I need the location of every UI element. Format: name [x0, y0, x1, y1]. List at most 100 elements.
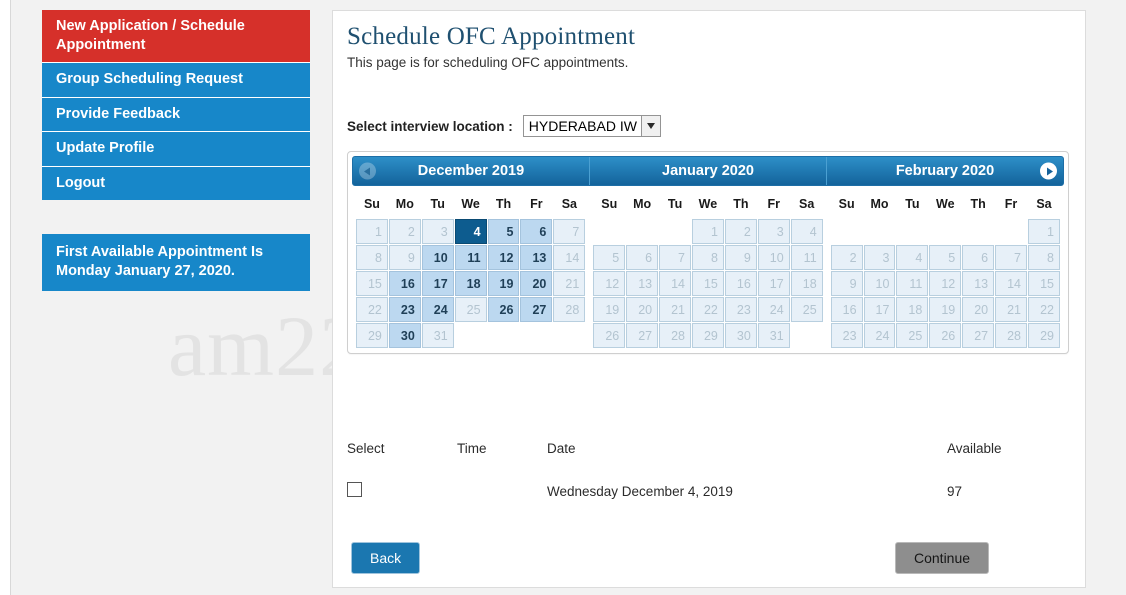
weekday-fr: Fr	[530, 197, 543, 211]
calendar-day-disabled: 9	[830, 271, 863, 296]
calendar-day-disabled: 30	[724, 323, 757, 348]
calendar-day-available[interactable]: 11	[454, 245, 487, 270]
calendar-week-row: 23 24 25 26 27 28 29	[830, 323, 1060, 348]
calendar-day-available[interactable]: 17	[421, 271, 454, 296]
appointment-checkbox[interactable]	[347, 482, 362, 497]
calendar-day-disabled: 29	[1028, 323, 1060, 348]
calendar-day-available[interactable]: 5	[487, 219, 520, 244]
calendar-day-available[interactable]: 20	[520, 271, 553, 296]
sidebar-item-2[interactable]: Provide Feedback	[42, 97, 310, 133]
calendar-day-disabled: 20	[962, 297, 995, 322]
calendar-day-disabled: 31	[757, 323, 790, 348]
calendar-day-available[interactable]: 23	[388, 297, 421, 322]
calendar-day-available[interactable]: 10	[421, 245, 454, 270]
continue-button[interactable]: Continue	[895, 542, 990, 574]
calendar-week-row: 29 30 31	[356, 323, 585, 348]
weekday-mo: Mo	[633, 197, 652, 211]
weekday-sa: Sa	[1036, 197, 1052, 211]
column-header-select: Select	[347, 441, 385, 456]
results-table: Select Time Date Available Wednesday Dec…	[347, 441, 1047, 504]
calendar-blank-cell	[553, 323, 585, 348]
back-button[interactable]: Back	[351, 542, 421, 574]
weekday-header-row: Su Mo Tu We Th Fr Sa	[831, 193, 1060, 218]
weekday-we: We	[698, 197, 718, 211]
weekday-we: We	[936, 197, 955, 211]
calendar-day-disabled: 4	[790, 219, 823, 244]
calendar-day-disabled: 23	[724, 297, 757, 322]
calendar-day-disabled: 8	[692, 245, 724, 270]
calendar-day-disabled: 22	[356, 297, 388, 322]
sidebar-item-3[interactable]: Update Profile	[42, 132, 310, 167]
calendar-day-disabled: 24	[757, 297, 790, 322]
calendar-day-available[interactable]: 18	[454, 271, 487, 296]
month-title-2: February 2020	[827, 157, 1063, 185]
weekday-su: Su	[601, 197, 618, 211]
row-date-cell: Wednesday December 4, 2019	[547, 483, 733, 499]
calendar-day-disabled: 15	[356, 271, 388, 296]
calendar-day-disabled: 25	[896, 323, 929, 348]
calendar-day-disabled: 12	[929, 271, 962, 296]
calendar-day-disabled: 14	[995, 271, 1027, 296]
calendar-blank-cell	[488, 323, 520, 348]
calendar-day-available[interactable]: 13	[520, 245, 553, 270]
calendar-day-disabled: 9	[388, 245, 421, 270]
sidebar-item-4[interactable]: Logout	[42, 166, 310, 201]
appointment-results: Select Time Date Available Wednesday Dec…	[347, 441, 1047, 504]
weekday-su: Su	[363, 197, 380, 211]
calendar-blank-cell	[864, 219, 896, 244]
calendar-month-1: Su Mo Tu We Th Fr Sa 1 2 3 4 5 6 7 8 9 10 11 12 13 14 15 16 17 1…	[589, 192, 826, 349]
weekday-th: Th	[970, 197, 986, 211]
calendar-day-disabled: 28	[659, 323, 691, 348]
calendar-week-row: 1	[831, 219, 1060, 244]
calendar-day-disabled: 13	[626, 271, 659, 296]
calendar-day-disabled: 22	[1028, 297, 1060, 322]
left-gutter	[0, 0, 11, 595]
sidebar-nav: New Application / Schedule Appointment Gr…	[42, 10, 310, 201]
calendar-day-available[interactable]: 24	[421, 297, 454, 322]
calendar-day-available[interactable]: 6	[520, 219, 553, 244]
location-selected-value: HYDERABAD IW	[528, 118, 637, 134]
calendar-day-disabled: 28	[553, 297, 586, 322]
calendar-day-available[interactable]: 27	[520, 297, 553, 322]
column-header-date: Date	[547, 441, 576, 456]
calendar-week-row: 9 10 11 12 13 14 15	[830, 271, 1060, 296]
calendar-widget: December 2019 January 2020 February 2020 S…	[347, 151, 1069, 354]
calendar-day-disabled: 1	[356, 219, 388, 244]
calendar-day-disabled: 2	[388, 219, 421, 244]
calendar-blank-cell	[896, 219, 928, 244]
calendar-blank-cell	[455, 323, 487, 348]
calendar-day-disabled: 19	[929, 297, 962, 322]
calendar-day-disabled: 8	[1028, 245, 1060, 270]
calendar-day-disabled: 3	[863, 245, 896, 270]
month-title-1: January 2020	[590, 157, 827, 185]
weekday-mo: Mo	[870, 197, 889, 211]
calendar-day-disabled: 10	[757, 245, 790, 270]
calendar-day-disabled: 3	[421, 219, 454, 244]
page-root: am22tech.com New Application / Schedule …	[0, 0, 1126, 595]
calendar-day-available[interactable]: 12	[487, 245, 520, 270]
calendar-day-disabled: 11	[896, 271, 929, 296]
calendar-day-available[interactable]: 19	[487, 271, 520, 296]
chevron-left-icon[interactable]	[359, 162, 376, 180]
calendar-day-available[interactable]: 30	[388, 323, 421, 348]
sidebar-item-1[interactable]: Group Scheduling Request	[42, 63, 310, 98]
calendar-day-selected[interactable]: 4	[454, 219, 487, 244]
month-title-0: December 2019	[353, 157, 590, 185]
weekday-mo: Mo	[395, 197, 414, 211]
table-row: Wednesday December 4, 2019 97	[347, 478, 1047, 504]
chevron-right-icon[interactable]	[1040, 162, 1057, 180]
calendar-day-disabled: 12	[593, 271, 626, 296]
sidebar-item-0[interactable]: New Application / Schedule Appointment	[42, 10, 310, 64]
calendar-blank-cell	[520, 323, 552, 348]
calendar-day-disabled: 20	[626, 297, 659, 322]
calendar-blank-cell	[831, 219, 863, 244]
calendar-day-available[interactable]: 16	[388, 271, 421, 296]
calendar-day-disabled: 6	[626, 245, 659, 270]
calendar-day-disabled: 26	[593, 323, 626, 348]
interview-location-select[interactable]: HYDERABAD IW	[522, 115, 661, 137]
calendar-day-disabled: 25	[454, 297, 487, 322]
calendar-day-available[interactable]: 26	[487, 297, 520, 322]
calendar-day-disabled: 10	[863, 271, 896, 296]
calendar-day-disabled: 18	[896, 297, 929, 322]
chevron-down-icon	[640, 116, 660, 136]
